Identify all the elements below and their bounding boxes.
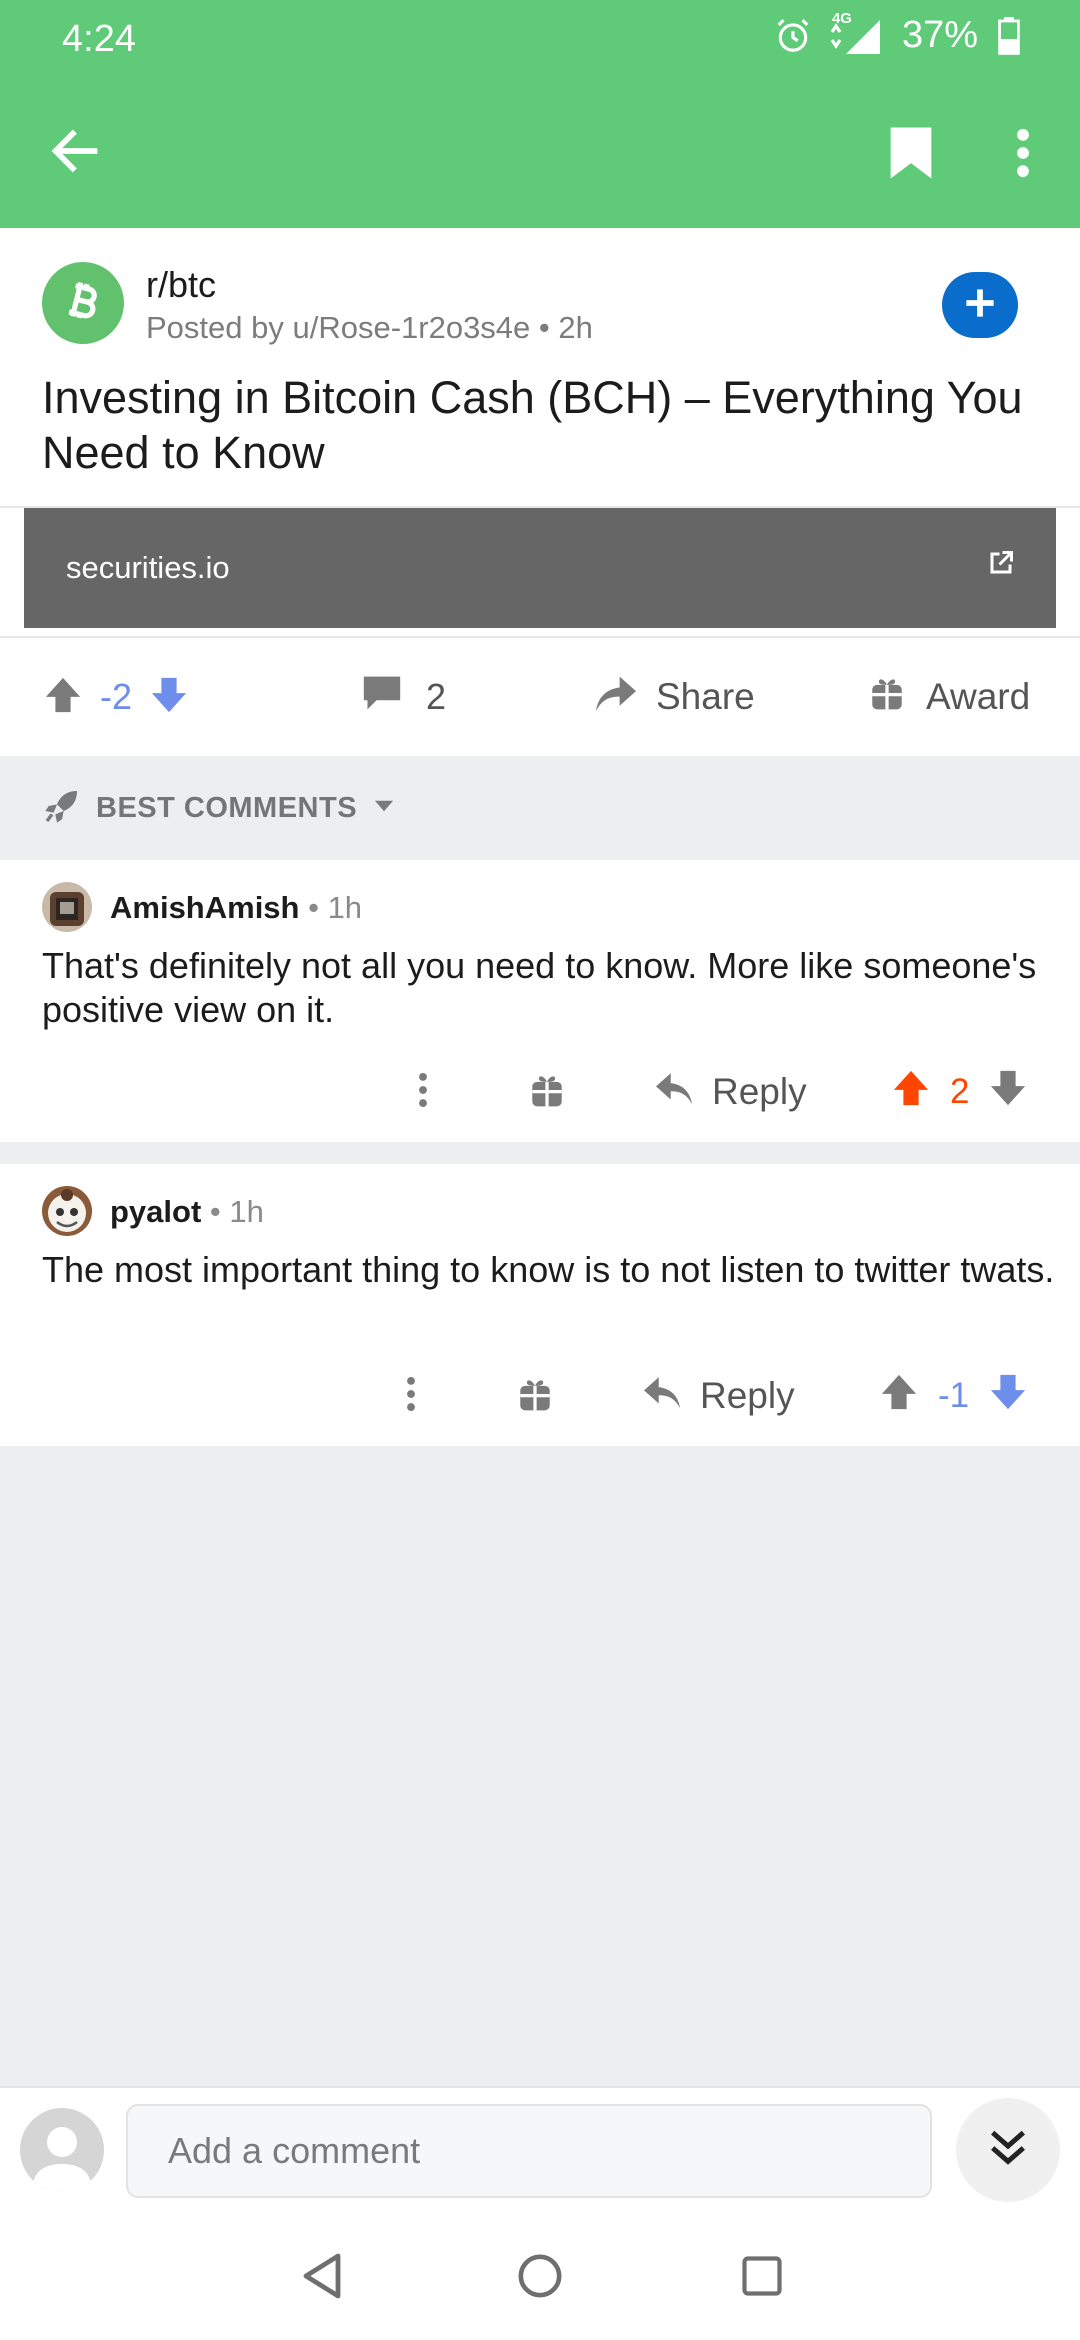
comment-vote-group: 2 — [892, 1052, 1027, 1132]
nav-back-button[interactable] — [290, 2246, 354, 2310]
user-avatar[interactable] — [20, 2108, 104, 2192]
gift-icon — [530, 1072, 564, 1113]
upvote-button[interactable] — [880, 1373, 918, 1420]
downvote-button[interactable] — [989, 1373, 1027, 1420]
post-card: r/btc Posted by u/Rose-1r2o3s4e • 2h Inv… — [0, 228, 1080, 756]
comment-time: • 1h — [201, 1194, 264, 1229]
comment-body: That's definitely not all you need to kn… — [42, 945, 1037, 1030]
network-type: 4G — [831, 9, 852, 27]
comment-body: The most important thing to know is to n… — [42, 1249, 1055, 1290]
arrow-left-icon — [49, 125, 101, 182]
nav-home-button[interactable] — [508, 2246, 572, 2310]
more-vertical-icon — [406, 1376, 416, 1417]
downvote-button[interactable] — [150, 676, 188, 719]
share-label: Share — [656, 676, 755, 717]
link-domain: securities.io — [66, 550, 230, 585]
status-time: 4:24 — [62, 18, 136, 60]
post-action-bar: -2 2 Share Award — [0, 638, 1080, 756]
post-vote-group: -2 — [44, 638, 188, 756]
more-vertical-icon — [1016, 128, 1030, 183]
bookmark-icon — [888, 125, 934, 186]
share-icon — [594, 673, 638, 722]
share-button[interactable]: Share — [594, 638, 755, 756]
comment-sort-button[interactable]: BEST COMMENTS — [0, 756, 1080, 860]
comment-score: -1 — [938, 1376, 970, 1415]
compose-bar — [0, 2086, 1080, 2216]
gift-icon — [518, 1376, 552, 1417]
join-subreddit-button[interactable] — [942, 272, 1018, 338]
post-meta: Posted by u/Rose-1r2o3s4e • 2h — [146, 310, 593, 345]
comment-input[interactable] — [126, 2104, 932, 2198]
circle-home-icon — [517, 2253, 563, 2304]
comment-actions: Reply -1 — [0, 1356, 1080, 1436]
app-bar — [0, 80, 1080, 228]
comment-author[interactable]: pyalot — [110, 1194, 201, 1229]
reply-button[interactable]: Reply — [654, 1052, 807, 1132]
post-title: Investing in Bitcoin Cash (BCH) – Everyt… — [42, 372, 1023, 478]
upvote-button[interactable] — [44, 676, 82, 719]
app-header: 4:24 4G 37% — [0, 0, 1080, 228]
more-vertical-icon — [418, 1072, 428, 1113]
avatar[interactable] — [42, 882, 92, 932]
system-nav-bar — [0, 2216, 1080, 2340]
nav-recents-button[interactable] — [730, 2246, 794, 2310]
more-options-button[interactable] — [998, 120, 1048, 190]
battery-icon — [998, 16, 1020, 55]
gift-icon — [870, 675, 904, 720]
upvote-button[interactable] — [892, 1069, 930, 1116]
save-post-button[interactable] — [876, 120, 946, 190]
comment-more-button[interactable] — [408, 1052, 438, 1132]
battery-percent: 37% — [901, 14, 978, 56]
alarm-icon — [774, 17, 812, 55]
link-preview[interactable]: securities.io — [24, 508, 1056, 628]
external-link-icon — [986, 548, 1016, 583]
comment-more-button[interactable] — [396, 1356, 426, 1436]
bitcoin-logo-icon — [57, 275, 109, 332]
subreddit-name[interactable]: r/btc — [146, 264, 216, 306]
comment-icon — [362, 674, 402, 721]
post-score: -2 — [99, 676, 132, 717]
reply-icon — [642, 1374, 682, 1419]
comment-time: • 1h — [299, 890, 363, 925]
sort-label: BEST COMMENTS — [96, 791, 358, 824]
subreddit-avatar[interactable] — [42, 262, 124, 344]
comment-vote-group: -1 — [880, 1356, 1027, 1436]
status-icons: 4G 37% — [774, 10, 1020, 57]
comment-author[interactable]: AmishAmish — [110, 890, 299, 925]
avatar[interactable] — [42, 1186, 92, 1236]
comment-score: 2 — [950, 1072, 970, 1111]
back-button[interactable] — [40, 118, 110, 188]
comment-author-line: AmishAmish • 1h — [110, 890, 362, 926]
comment-award-button[interactable] — [530, 1052, 564, 1132]
comment-award-button[interactable] — [518, 1356, 552, 1436]
reply-icon — [654, 1070, 694, 1115]
rocket-icon — [42, 786, 82, 831]
comment-actions: Reply 2 — [0, 1052, 1080, 1132]
comment: AmishAmish • 1h That's definitely not al… — [0, 860, 1080, 1142]
status-bar: 4:24 4G 37% — [0, 0, 1080, 80]
caret-down-icon — [371, 793, 397, 824]
reply-button[interactable]: Reply — [642, 1356, 795, 1436]
signal-icon: 4G — [826, 10, 884, 56]
award-label: Award — [926, 676, 1031, 717]
plus-icon — [963, 286, 997, 325]
square-recents-icon — [741, 2255, 783, 2302]
double-chevron-down-icon — [985, 2125, 1031, 2176]
triangle-back-icon — [300, 2252, 344, 2305]
scroll-to-bottom-button[interactable] — [956, 2098, 1060, 2202]
reply-label: Reply — [700, 1375, 795, 1416]
comment-author-line: pyalot • 1h — [110, 1194, 264, 1230]
comment: pyalot • 1h The most important thing to … — [0, 1164, 1080, 1446]
reply-label: Reply — [712, 1071, 807, 1112]
comments-button[interactable]: 2 — [362, 638, 446, 756]
comment-count: 2 — [426, 676, 447, 717]
downvote-button[interactable] — [989, 1069, 1027, 1116]
award-button[interactable]: Award — [870, 638, 1030, 756]
